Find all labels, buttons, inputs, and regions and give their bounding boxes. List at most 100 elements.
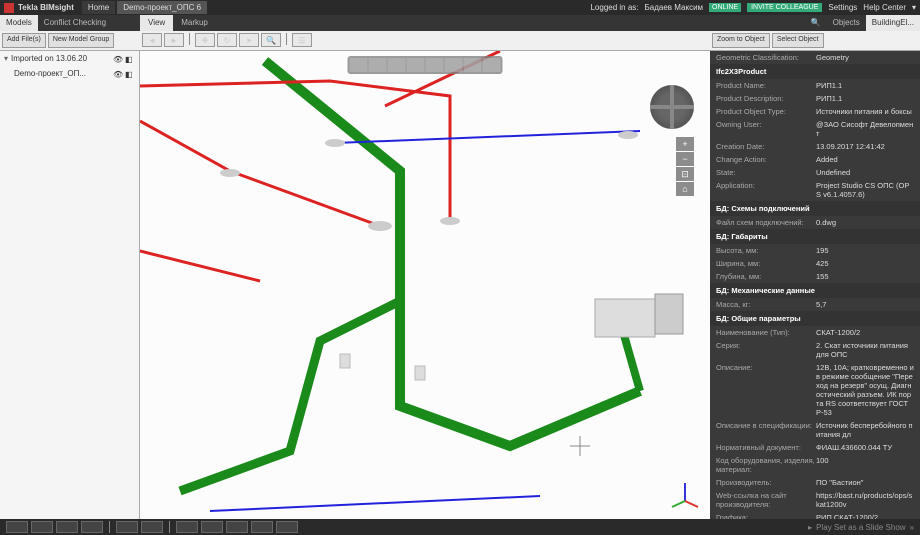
tree-label: Imported on 13.06.20 (11, 54, 87, 63)
tab-conflict[interactable]: Conflict Checking (38, 15, 112, 31)
layers-icon[interactable]: ◧ (125, 55, 135, 63)
view-mode-toolbar (348, 56, 503, 74)
view-mode-icon[interactable] (407, 58, 425, 72)
title-bar: Tekla BIMsight Home Demo-проект_ОПС 6 Lo… (0, 0, 920, 15)
bottom-tool-icon[interactable] (141, 521, 163, 533)
tree-folder[interactable]: ▾ Imported on 13.06.20 👁◧ (0, 51, 139, 66)
prop-row: Нормативный документ:ФИАШ.436600.044 ТУ (710, 441, 920, 454)
bottom-tool-icon[interactable] (276, 521, 298, 533)
bottom-tool-icon[interactable] (116, 521, 138, 533)
prop-row: Высота, мм:195 (710, 244, 920, 257)
view-mode-icon[interactable] (483, 58, 501, 72)
prop-row: Описание:12В, 10А; кратковременно и в ре… (710, 361, 920, 419)
prop-row: Product Object Type:Источники питания и … (710, 105, 920, 118)
prop-row: Change Action:Added (710, 153, 920, 166)
prop-row: Owning User:@ЗАО Сисофт Девелопмент (710, 118, 920, 140)
login-label: Logged in as: (590, 3, 638, 12)
chevron-icon: » (910, 523, 914, 532)
project-tabs: Home Demo-проект_ОПС 6 (82, 1, 207, 14)
bottom-tool-icon[interactable] (56, 521, 78, 533)
prop-section-header: БД: Общие параметры (710, 311, 920, 326)
prop-row: Описание в спецификации:Источник беспере… (710, 419, 920, 441)
select-object-button[interactable]: Select Object (772, 33, 824, 48)
help-dropdown-icon[interactable]: ▾ (912, 3, 916, 12)
prop-section-header: Ifc2X3Product (710, 64, 920, 79)
prop-row: Ширина, мм:425 (710, 257, 920, 270)
prop-row: Глубина, мм:155 (710, 270, 920, 283)
prop-section-header: БД: Схемы подключений (710, 201, 920, 216)
zoom-fit-icon[interactable]: ⊡ (676, 167, 694, 181)
new-group-button[interactable]: New Model Group (48, 33, 114, 48)
settings-link[interactable]: Settings (828, 3, 857, 12)
view-mode-icon[interactable] (388, 58, 406, 72)
zoom-in-icon[interactable]: + (676, 137, 694, 151)
3d-viewport[interactable]: + − ⊡ ⌂ (140, 51, 710, 519)
model-tree: ▾ Imported on 13.06.20 👁◧ Demo-проект_ОП… (0, 51, 140, 519)
bottom-tool-icon[interactable] (251, 521, 273, 533)
prop-section-header: БД: Габариты (710, 229, 920, 244)
view-compass[interactable] (650, 85, 694, 129)
nav-back-icon[interactable]: ◄ (142, 33, 162, 47)
prop-row: Application:Project Studio CS ОПС (OPS v… (710, 179, 920, 201)
eye-icon[interactable]: 👁 (113, 70, 123, 78)
bottom-tool-icon[interactable] (176, 521, 198, 533)
tab-models[interactable]: Models (0, 15, 38, 31)
layers-icon[interactable]: ◧ (125, 70, 135, 78)
tree-label: Demo-проект_ОП... (14, 69, 86, 78)
prop-row: Масса, кг:5,7 (710, 298, 920, 311)
slideshow-control[interactable]: ▸ Play Set as a Slide Show » (808, 523, 914, 532)
tab-project[interactable]: Demo-проект_ОПС 6 (117, 1, 207, 14)
prop-row: Creation Date:13.09.2017 12:41:42 (710, 140, 920, 153)
app-name: Tekla BIMsight (18, 3, 74, 12)
zoom-window-icon[interactable]: 🔍 (261, 33, 281, 47)
zoom-to-object-button[interactable]: Zoom to Object (712, 33, 770, 48)
nav-fwd-icon[interactable]: ► (164, 33, 184, 47)
add-file-button[interactable]: Add File(s) (2, 33, 46, 48)
prop-section-header: БД: Механические данные (710, 283, 920, 298)
zoom-out-icon[interactable]: − (676, 152, 694, 166)
tab-markup[interactable]: Markup (173, 15, 216, 31)
play-icon: ▸ (808, 523, 812, 532)
prop-row: Geometric Classification:Geometry (710, 51, 920, 64)
axis-gizmo[interactable] (670, 481, 700, 511)
prop-row: Product Name:РИП1.1 (710, 79, 920, 92)
app-icon (4, 3, 14, 13)
bottom-tool-icon[interactable] (31, 521, 53, 533)
prop-row: Производитель:ПО "Бастион" (710, 476, 920, 489)
online-badge: ONLINE (709, 3, 741, 12)
bottom-tool-icon[interactable] (6, 521, 28, 533)
bottom-tool-icon[interactable] (81, 521, 103, 533)
eye-icon[interactable]: 👁 (113, 55, 123, 63)
prop-row: Product Description:РИП1.1 (710, 92, 920, 105)
tab-home[interactable]: Home (82, 1, 115, 14)
tool-icon[interactable]: ☰ (292, 33, 312, 47)
collapse-icon[interactable]: ▾ (4, 54, 8, 63)
toolbar-row: Add File(s) New Model Group ◄ ► ✥ ↻ ➤ 🔍 … (0, 31, 920, 51)
zoom-home-icon[interactable]: ⌂ (676, 182, 694, 196)
tab-objects[interactable]: Objects (827, 15, 866, 31)
invite-button[interactable]: INVITE COLLEAGUE (747, 3, 822, 12)
view-mode-icon[interactable] (464, 58, 482, 72)
orbit-icon[interactable]: ↻ (217, 33, 237, 47)
tree-file[interactable]: Demo-проект_ОП... 👁◧ (0, 66, 139, 81)
view-mode-icon[interactable] (369, 58, 387, 72)
pan-icon[interactable]: ✥ (195, 33, 215, 47)
help-link[interactable]: Help Center (863, 3, 906, 12)
prop-row: Web-ссылка на сайт производителя:https:/… (710, 489, 920, 511)
prop-row: Код оборудования, изделия, материал:100 (710, 454, 920, 476)
view-mode-icon[interactable] (350, 58, 368, 72)
tab-view[interactable]: View (140, 15, 173, 31)
tab-building-el[interactable]: BuildingEl... (866, 15, 920, 31)
status-bar: ▸ Play Set as a Slide Show » (0, 519, 920, 535)
prop-row: Графика:РИП СКАТ-1200/2 (710, 511, 920, 519)
view-mode-icon[interactable] (426, 58, 444, 72)
bottom-tool-icon[interactable] (226, 521, 248, 533)
bottom-tool-icon[interactable] (201, 521, 223, 533)
prop-row: State:Undefined (710, 166, 920, 179)
user-name: Бадаев Максим (645, 3, 704, 12)
prop-row: Файл схем подключений:0.dwg (710, 216, 920, 229)
cursor-icon[interactable]: ➤ (239, 33, 259, 47)
properties-panel: Geometric Classification:Geometry Ifc2X3… (710, 51, 920, 519)
view-mode-icon[interactable] (445, 58, 463, 72)
tab-objects-search-icon[interactable]: 🔍 (805, 15, 827, 31)
